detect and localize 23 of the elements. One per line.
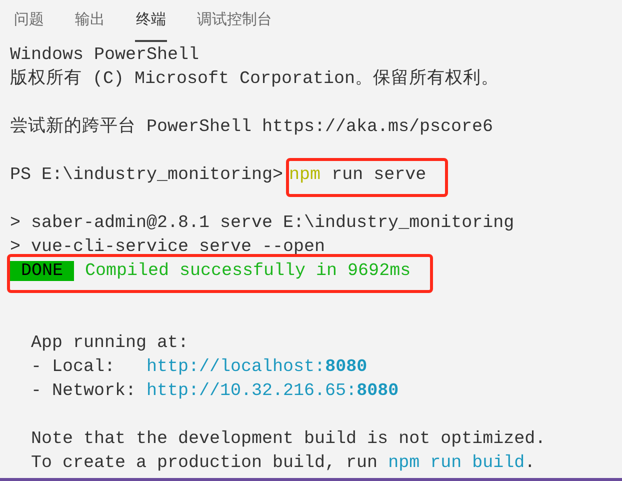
command-text: npm — [289, 165, 321, 185]
terminal-text: > saber-admin@2.8.1 serve E:\industry_monitoring — [10, 212, 514, 235]
link[interactable]: http://10.32.216.65:8080 — [146, 379, 399, 403]
done-badge: DONE — [10, 261, 74, 281]
terminal-text: - Local: — [30, 356, 116, 379]
tab[interactable]: 调试控制台 — [196, 0, 273, 42]
tab[interactable]: 输出 — [74, 0, 106, 42]
terminal-text: Note that the development build is not optimized. — [30, 428, 546, 451]
terminal-text: - Network: — [30, 380, 138, 403]
terminal-text: To create a production build, run — [30, 452, 379, 475]
terminal-text: run serve — [332, 165, 426, 185]
link[interactable]: http://localhost:8080 — [146, 355, 368, 379]
success-text: Compiled successfully in 9692ms — [85, 261, 411, 281]
terminal-text: > vue-cli-service serve --open — [10, 236, 326, 259]
terminal-text: App running at: — [30, 332, 189, 355]
tab[interactable]: 终端 — [135, 0, 167, 42]
link[interactable]: npm run build — [388, 451, 525, 475]
terminal-text: . — [524, 452, 536, 475]
tab[interactable]: 问题 — [13, 0, 45, 42]
terminal-text: Windows PowerShell — [10, 44, 200, 67]
prompt-text: PS E:\industry_monitoring> — [10, 164, 284, 187]
terminal-text: 尝试新的跨平台 PowerShell https://aka.ms/pscore6 — [10, 115, 494, 139]
terminal-text: 版权所有 (C) Microsoft Corporation。保留所有权利。 — [10, 68, 500, 91]
